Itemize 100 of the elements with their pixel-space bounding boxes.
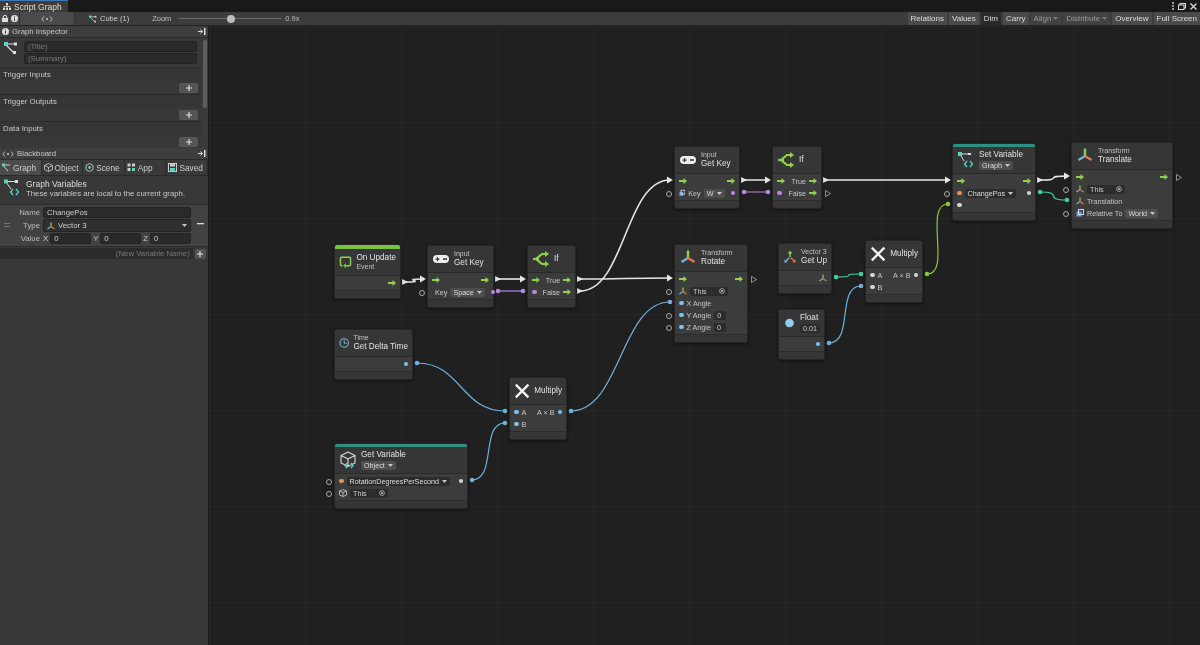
value-port[interactable]	[403, 361, 408, 367]
value-port[interactable]	[913, 272, 918, 278]
value-port[interactable]	[679, 324, 684, 330]
graph-icon	[2, 163, 11, 172]
connection-wire	[741, 176, 771, 184]
value-port[interactable]	[777, 190, 782, 196]
value-port[interactable]	[957, 202, 962, 208]
toggle-button[interactable]: Values	[948, 12, 979, 25]
drag-handle-icon[interactable]	[4, 223, 10, 227]
blackboard-tab[interactable]: App	[124, 160, 167, 175]
cube-icon	[339, 451, 357, 469]
slider-thumb[interactable]	[226, 14, 235, 23]
multiply-icon	[870, 245, 887, 263]
node-title: Rotate	[701, 257, 727, 267]
flow-port[interactable]	[481, 277, 489, 283]
blackboard-tab[interactable]: Graph	[0, 160, 42, 175]
flow-port[interactable]	[1160, 174, 1168, 180]
caret-icon	[442, 479, 447, 483]
caret-icon	[1053, 17, 1059, 20]
node-title: On Update	[356, 253, 396, 263]
value-port[interactable]	[679, 300, 684, 306]
maximize-icon[interactable]	[1178, 2, 1186, 10]
flow-port[interactable]	[563, 277, 571, 283]
value-port[interactable]	[514, 409, 519, 415]
value-port[interactable]	[1026, 190, 1031, 196]
node-title: Multiply	[890, 249, 918, 259]
connection-wire	[469, 420, 508, 483]
toggle-button[interactable]: Carry	[1003, 12, 1029, 25]
app-icon	[126, 163, 136, 172]
flow-port[interactable]	[563, 289, 571, 295]
value-port[interactable]	[532, 289, 537, 295]
node-footer	[510, 431, 566, 439]
flow-port[interactable]	[679, 276, 687, 282]
connection-wire	[833, 271, 864, 280]
flow-port[interactable]	[679, 178, 687, 184]
add-button[interactable]	[179, 82, 198, 93]
value-port[interactable]	[870, 284, 875, 290]
flow-port[interactable]	[432, 277, 440, 283]
value-port[interactable]	[957, 190, 962, 196]
close-icon[interactable]	[1190, 2, 1197, 10]
toggle-button[interactable]: Dim	[980, 12, 1002, 25]
value-port[interactable]	[815, 341, 820, 347]
branch-icon	[777, 151, 795, 169]
flow-socket[interactable]	[825, 189, 831, 197]
toolbar-button[interactable]: Full Screen	[1153, 12, 1200, 25]
window-tab[interactable]: Script Graph	[0, 0, 68, 12]
add-button[interactable]	[179, 136, 198, 147]
dock-icon[interactable]	[198, 150, 206, 157]
node-footer	[675, 200, 739, 208]
toolbar-button[interactable]: Overview	[1112, 12, 1152, 25]
value-port[interactable]	[679, 312, 684, 318]
node-title: Multiply	[534, 386, 562, 396]
target-icon	[719, 288, 725, 294]
value-port[interactable]	[458, 478, 463, 484]
add-button[interactable]	[179, 109, 198, 120]
flow-port[interactable]	[727, 178, 735, 184]
blackboard-tab[interactable]: Scene	[83, 160, 125, 175]
value-port[interactable]	[870, 272, 875, 278]
node-footer	[675, 334, 747, 342]
flow-port[interactable]	[1076, 174, 1084, 180]
flow-port[interactable]	[957, 178, 965, 184]
node-footer	[773, 200, 821, 208]
flow-port[interactable]	[809, 178, 817, 184]
blackboard-icon	[2, 150, 14, 157]
node-footer	[428, 299, 493, 307]
flow-socket[interactable]	[751, 275, 757, 283]
value-port[interactable]	[339, 478, 344, 484]
value-port[interactable]	[557, 409, 562, 415]
value-port[interactable]	[730, 190, 735, 196]
blackboard-tab[interactable]: Object	[41, 160, 84, 175]
value-port[interactable]	[514, 421, 519, 427]
code-icon	[41, 15, 53, 22]
lock-button[interactable]	[0, 12, 10, 25]
caret-icon	[1005, 164, 1010, 167]
add-button[interactable]	[194, 248, 206, 259]
node-footer	[779, 285, 831, 293]
scene-icon	[85, 163, 95, 172]
flow-port[interactable]	[809, 190, 817, 196]
zoom-slider[interactable]	[179, 14, 283, 23]
flow-port[interactable]	[777, 178, 785, 184]
flow-port[interactable]	[1023, 178, 1031, 184]
node-title: Get Up	[801, 256, 827, 266]
caret-icon	[1150, 211, 1156, 215]
flow-port[interactable]	[388, 280, 396, 286]
flow-port[interactable]	[532, 277, 540, 283]
graph-icon	[4, 41, 18, 55]
connection-wire	[495, 288, 526, 294]
flow-socket[interactable]	[1176, 173, 1182, 181]
info-button[interactable]	[10, 12, 20, 25]
value-port[interactable]	[490, 289, 496, 295]
add-icon	[197, 250, 204, 257]
node-title: If	[799, 155, 804, 165]
branch-icon	[532, 250, 550, 268]
dock-icon[interactable]	[198, 28, 206, 35]
connection-wire	[741, 189, 771, 195]
graph-variables-icon	[4, 179, 20, 196]
add-icon	[185, 111, 192, 118]
flow-port[interactable]	[735, 276, 743, 282]
toggle-button[interactable]: Relations	[907, 12, 947, 25]
blackboard-tab[interactable]: Saved	[166, 160, 208, 175]
